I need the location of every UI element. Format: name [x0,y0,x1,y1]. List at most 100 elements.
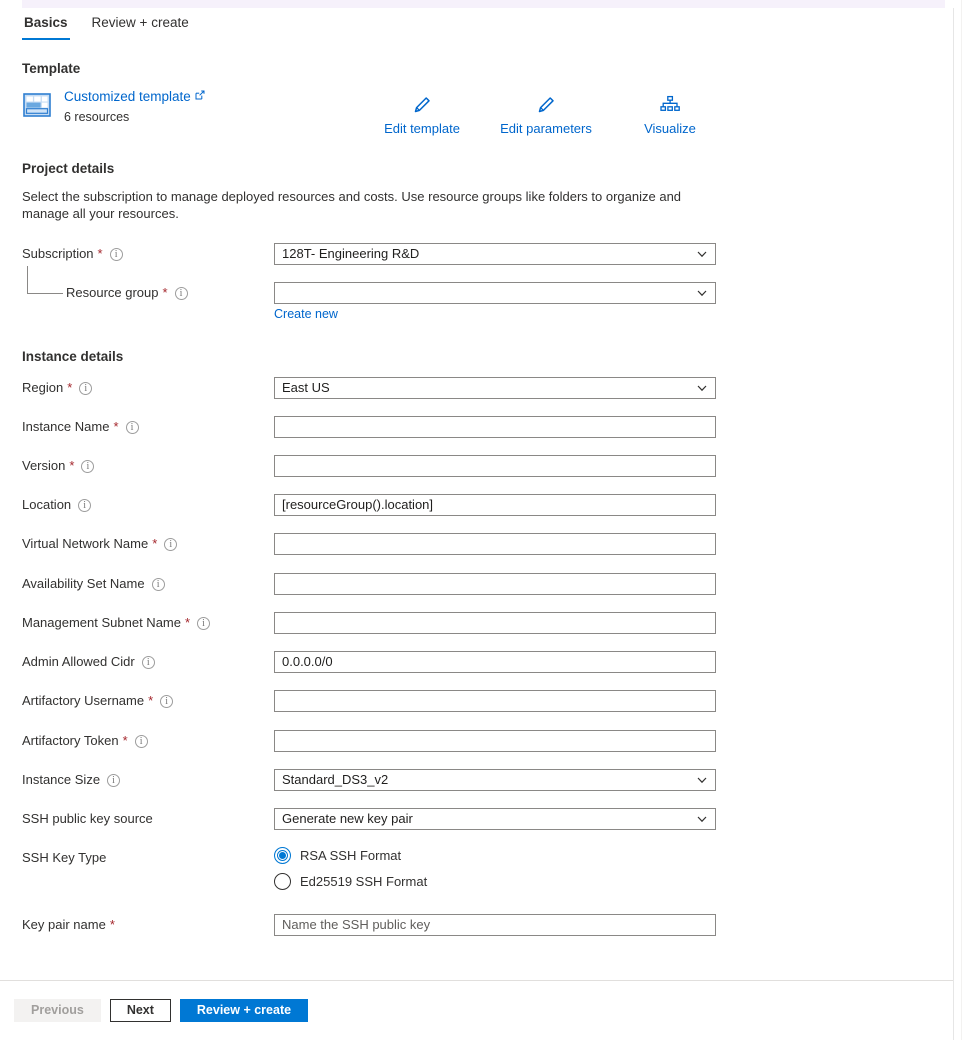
visualize-label: Visualize [644,121,696,136]
artifactory-username-label: Artifactory Username * [22,690,174,712]
info-icon[interactable] [151,577,165,591]
info-icon[interactable] [125,420,139,434]
admin-allowed-cidr-label: Admin Allowed Cidr [22,651,155,673]
resource-group-row: Resource group * [0,282,962,304]
subscription-row: Subscription * 128T- Engineering R&D [0,243,962,265]
resource-group-select[interactable] [274,282,716,304]
resource-group-label-text: Resource group [66,285,159,300]
info-icon[interactable] [134,734,148,748]
instance-size-row: Instance Size Standard_DS3_v2 [0,769,962,791]
location-label-text: Location [22,497,72,512]
admin-allowed-cidr-input[interactable]: 0.0.0.0/0 [274,651,716,673]
edit-parameters-label: Edit parameters [500,121,592,136]
location-input[interactable]: [resourceGroup().location] [274,494,716,516]
ssh-key-type-option-rsa[interactable]: RSA SSH Format [274,847,401,864]
wizard-tabs: Basics Review + create [22,14,191,40]
virtual-network-name-row: Virtual Network Name * [0,533,962,555]
chevron-down-icon [697,290,707,299]
ssh-key-type-row: SSH Key Type [0,847,962,869]
tab-review-create[interactable]: Review + create [90,14,191,40]
info-icon[interactable] [107,773,121,787]
template-grid-icon [22,90,52,120]
region-select[interactable]: East US [274,377,716,399]
info-icon[interactable] [141,655,155,669]
info-icon[interactable] [197,616,211,630]
virtual-network-name-input[interactable] [274,533,716,555]
info-icon[interactable] [160,694,174,708]
key-pair-name-label: Key pair name * [22,914,115,936]
next-button[interactable]: Next [109,999,171,1022]
ssh-key-type-label-text: SSH Key Type [22,850,107,865]
previous-button[interactable]: Previous [14,999,101,1022]
instance-size-label-text: Instance Size [22,772,101,787]
key-pair-name-row: Key pair name * Name the SSH public key [0,914,962,936]
edit-parameters-action[interactable]: Edit parameters [484,92,608,138]
custom-deployment-basics-page: Basics Review + create Template Customiz… [0,0,962,1040]
template-summary: Customized template 6 resources [22,88,205,126]
instance-name-input[interactable] [274,416,716,438]
visualize-action[interactable]: Visualize [608,92,732,138]
required-marker: * [97,246,103,261]
edit-template-action[interactable]: Edit template [360,92,484,138]
artifactory-username-input[interactable] [274,690,716,712]
key-pair-name-label-text: Key pair name [22,917,106,932]
required-marker: * [148,693,154,708]
location-label: Location [22,494,92,516]
subscription-value: 128T- Engineering R&D [282,246,420,261]
tab-basics[interactable]: Basics [22,14,70,40]
create-new-resource-group-link[interactable]: Create new [274,306,338,322]
customized-template-link[interactable]: Customized template [64,88,205,106]
artifactory-token-input[interactable] [274,730,716,752]
key-pair-name-input[interactable]: Name the SSH public key [274,914,716,936]
admin-allowed-cidr-value: 0.0.0.0/0 [282,654,333,669]
artifactory-token-row: Artifactory Token * [0,730,962,752]
version-label-text: Version [22,458,66,473]
ssh-public-key-source-label-text: SSH public key source [22,811,153,826]
template-resource-count: 6 resources [64,110,130,124]
chevron-down-icon [697,777,707,786]
info-icon[interactable] [174,286,188,300]
ssh-key-type-rsa-label: RSA SSH Format [300,848,402,863]
subscription-select[interactable]: 128T- Engineering R&D [274,243,716,265]
required-marker: * [113,419,119,434]
edit-template-label: Edit template [384,121,460,136]
version-input[interactable] [274,455,716,477]
radio-selected-icon [274,847,291,864]
required-marker: * [69,458,75,473]
key-pair-name-placeholder: Name the SSH public key [282,917,431,932]
location-row: Location [resourceGroup().location] [0,494,962,516]
management-subnet-name-input[interactable] [274,612,716,634]
project-details-description: Select the subscription to manage deploy… [22,189,682,221]
ssh-key-type-option-ed25519[interactable]: Ed25519 SSH Format [274,873,427,890]
region-label: Region * [22,377,93,399]
info-icon[interactable] [78,498,92,512]
info-icon[interactable] [164,537,178,551]
availability-set-name-row: Availability Set Name [0,573,962,595]
ssh-public-key-source-row: SSH public key source Generate new key p… [0,808,962,830]
region-row: Region * East US [0,377,962,399]
availability-set-name-input[interactable] [274,573,716,595]
instance-name-row: Instance Name * [0,416,962,438]
subscription-label: Subscription * [22,243,123,265]
instance-size-select[interactable]: Standard_DS3_v2 [274,769,716,791]
region-label-text: Region [22,380,64,395]
required-marker: * [109,917,115,932]
info-icon[interactable] [79,381,93,395]
info-icon[interactable] [109,247,123,261]
artifactory-username-label-text: Artifactory Username [22,693,145,708]
ssh-public-key-source-select[interactable]: Generate new key pair [274,808,716,830]
availability-set-name-label-text: Availability Set Name [22,576,145,591]
review-create-button[interactable]: Review + create [179,999,309,1022]
artifactory-token-label: Artifactory Token * [22,730,148,752]
admin-allowed-cidr-label-text: Admin Allowed Cidr [22,654,135,669]
ssh-public-key-source-value: Generate new key pair [282,811,413,826]
required-marker: * [122,733,128,748]
template-section-heading: Template [22,61,81,76]
instance-size-label: Instance Size [22,769,121,791]
virtual-network-name-label-text: Virtual Network Name [22,536,149,551]
info-icon[interactable] [81,459,95,473]
region-value: East US [282,380,330,395]
admin-allowed-cidr-row: Admin Allowed Cidr 0.0.0.0/0 [0,651,962,673]
management-subnet-name-row: Management Subnet Name * [0,612,962,634]
wizard-footer: Previous Next Review + create [14,999,309,1022]
